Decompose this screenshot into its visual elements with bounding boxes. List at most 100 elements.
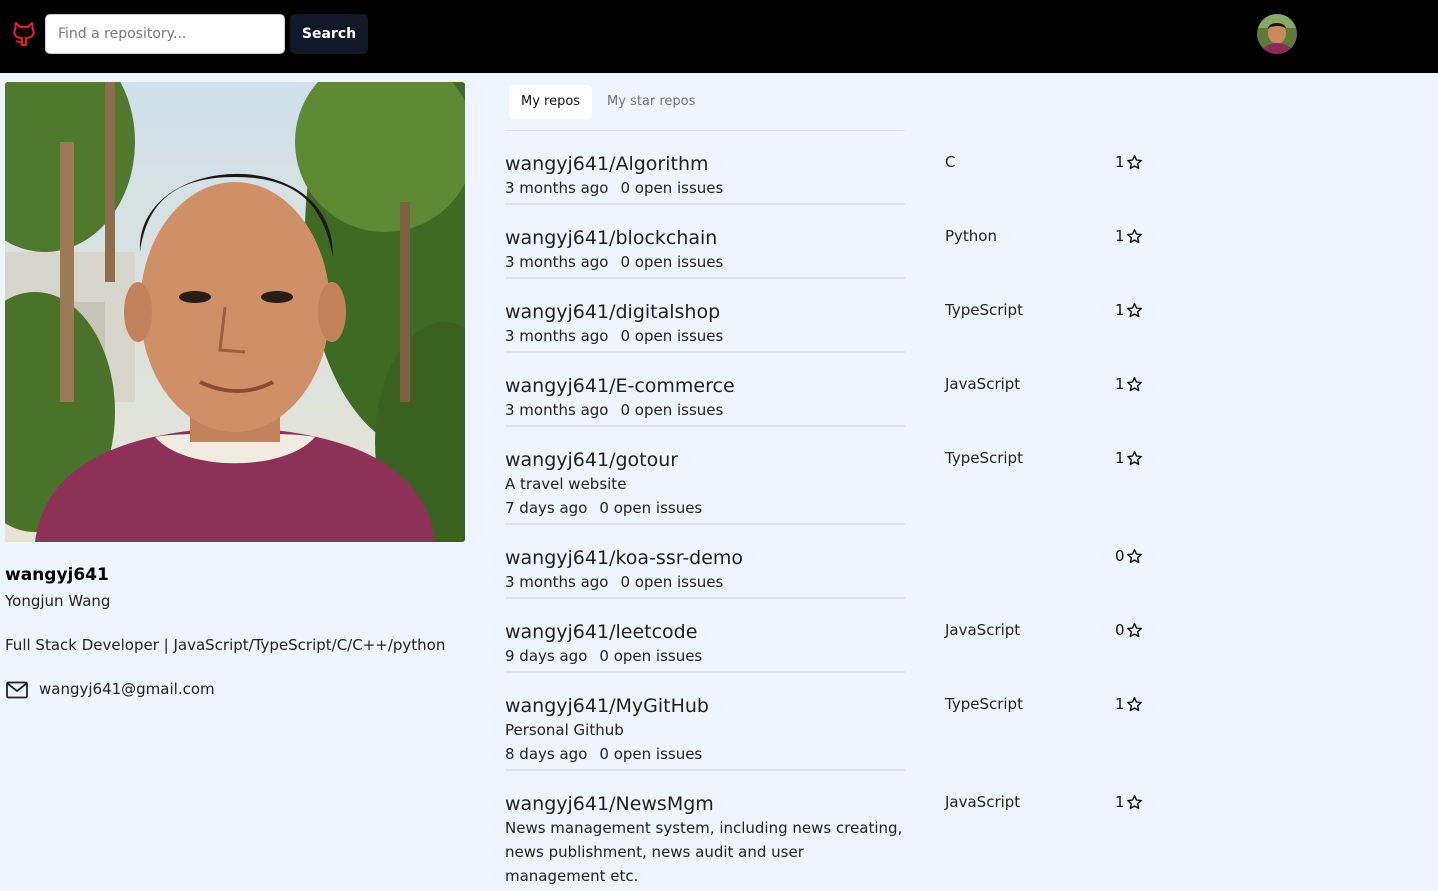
repo-item: wangyj641/E-commerce 3 months ago 0 open i… — [505, 374, 905, 422]
search-input[interactable] — [45, 14, 285, 54]
profile-email[interactable]: wangyj641@gmail.com — [39, 680, 215, 698]
repo-updated: 9 days ago — [505, 647, 588, 665]
repo-updated: 8 days ago — [505, 745, 588, 763]
repo-open-issues: 0 open issues — [620, 573, 724, 591]
star-count-value: 0 — [1115, 547, 1125, 565]
repo-meta: 3 months ago 0 open issues — [505, 250, 905, 274]
repo-updated: 3 months ago — [505, 179, 609, 197]
star-count-value: 1 — [1115, 301, 1125, 319]
repo-name-link[interactable]: wangyj641/Algorithm — [505, 152, 905, 176]
repo-language: JavaScript — [945, 793, 1021, 811]
repo-name-link[interactable]: wangyj641/koa-ssr-demo — [505, 546, 905, 570]
tab-my-repos[interactable]: My repos — [509, 85, 593, 119]
repo-divider — [505, 351, 905, 353]
repo-updated: 3 months ago — [505, 253, 609, 271]
repo-star-count: 1 — [1115, 153, 1143, 171]
repo-name-link[interactable]: wangyj641/MyGitHub — [505, 694, 905, 718]
repo-open-issues: 0 open issues — [620, 327, 724, 345]
repo-meta: 9 days ago 0 open issues — [505, 644, 905, 668]
top-navbar: Search — [0, 0, 1438, 73]
profile-name: Yongjun Wang — [5, 592, 111, 610]
repo-star-count: 1 — [1115, 375, 1143, 393]
repo-divider — [505, 277, 905, 279]
profile-bio: Full Stack Developer | JavaScript/TypeSc… — [5, 636, 446, 654]
repo-item: wangyj641/digitalshop 3 months ago 0 open … — [505, 300, 905, 348]
star-count-value: 1 — [1115, 695, 1125, 713]
repo-open-issues: 0 open issues — [620, 179, 724, 197]
profile-login: wangyj641 — [5, 565, 109, 585]
repo-meta: 8 days ago 0 open issues — [505, 742, 905, 766]
repo-item: wangyj641/Algorithm 3 months ago 0 open is… — [505, 152, 905, 200]
repo-item: wangyj641/gotour A travel website 7 days a… — [505, 448, 905, 520]
star-icon — [1126, 154, 1142, 169]
repo-divider — [505, 769, 905, 771]
repo-open-issues: 0 open issues — [620, 401, 724, 419]
repo-item: wangyj641/NewsMgm News management system,… — [505, 792, 905, 888]
repo-star-count: 1 — [1115, 449, 1143, 467]
github-logo-icon[interactable] — [12, 21, 36, 47]
profile-photo — [5, 82, 465, 542]
repo-item: wangyj641/MyGitHub Personal Github 8 days … — [505, 694, 905, 766]
repo-language: TypeScript — [945, 301, 1023, 319]
repo-meta: 3 months ago 0 open issues — [505, 398, 905, 422]
repo-divider — [505, 203, 905, 205]
repo-divider — [505, 671, 905, 673]
repo-meta: 3 months ago 0 open issues — [505, 324, 905, 348]
star-icon — [1126, 302, 1142, 317]
repo-language: TypeScript — [945, 449, 1023, 467]
repo-star-count: 0 — [1115, 547, 1143, 565]
repo-open-issues: 0 open issues — [599, 499, 703, 517]
search-button[interactable]: Search — [290, 14, 368, 54]
repo-description: News management system, including news c… — [505, 819, 903, 885]
repo-star-count: 1 — [1115, 227, 1143, 245]
repo-tabs: My repos My star repos — [505, 82, 905, 131]
repo-item: wangyj641/koa-ssr-demo 3 months ago 0 open… — [505, 546, 905, 594]
star-icon — [1126, 622, 1142, 637]
star-count-value: 1 — [1115, 227, 1125, 245]
repo-language: Python — [945, 227, 997, 245]
repo-name-link[interactable]: wangyj641/NewsMgm — [505, 792, 905, 816]
repo-name-link[interactable]: wangyj641/gotour — [505, 448, 905, 472]
repo-divider — [505, 425, 905, 427]
repo-meta: 3 months ago 0 open issues — [505, 176, 905, 200]
repo-item: wangyj641/blockchain 3 months ago 0 open i… — [505, 226, 905, 274]
repo-name-link[interactable]: wangyj641/leetcode — [505, 620, 905, 644]
star-icon — [1126, 794, 1142, 809]
repo-updated: 7 days ago — [505, 499, 588, 517]
star-icon — [1126, 228, 1142, 243]
star-icon — [1126, 696, 1142, 711]
user-avatar[interactable] — [1257, 14, 1297, 54]
repo-meta: 3 months ago 0 open issues — [505, 570, 905, 594]
repo-language: JavaScript — [945, 621, 1021, 639]
repo-divider — [505, 597, 905, 599]
star-count-value: 1 — [1115, 449, 1125, 467]
tab-my-star-repos[interactable]: My star repos — [595, 85, 707, 119]
star-icon — [1126, 376, 1142, 391]
star-count-value: 1 — [1115, 153, 1125, 171]
repo-updated: 3 months ago — [505, 573, 609, 591]
mail-icon — [6, 681, 28, 699]
repo-description: Personal Github — [505, 721, 624, 739]
repo-meta: 7 days ago 0 open issues — [505, 496, 905, 520]
repo-description: A travel website — [505, 475, 627, 493]
repo-star-count: 1 — [1115, 301, 1143, 319]
repo-item: wangyj641/leetcode 9 days ago 0 open issue… — [505, 620, 905, 668]
repo-open-issues: 0 open issues — [620, 253, 724, 271]
repo-name-link[interactable]: wangyj641/blockchain — [505, 226, 905, 250]
repo-star-count: 1 — [1115, 695, 1143, 713]
repo-open-issues: 0 open issues — [599, 745, 703, 763]
repo-updated: 3 months ago — [505, 401, 609, 419]
repo-star-count: 1 — [1115, 793, 1143, 811]
repo-name-link[interactable]: wangyj641/digitalshop — [505, 300, 905, 324]
star-icon — [1126, 450, 1142, 465]
star-count-value: 1 — [1115, 375, 1125, 393]
repo-star-count: 0 — [1115, 621, 1143, 639]
repo-divider — [505, 523, 905, 525]
repo-name-link[interactable]: wangyj641/E-commerce — [505, 374, 905, 398]
star-count-value: 0 — [1115, 621, 1125, 639]
repo-language: JavaScript — [945, 375, 1021, 393]
repo-language: TypeScript — [945, 695, 1023, 713]
star-icon — [1126, 548, 1142, 563]
star-count-value: 1 — [1115, 793, 1125, 811]
repo-language: C — [945, 153, 956, 171]
